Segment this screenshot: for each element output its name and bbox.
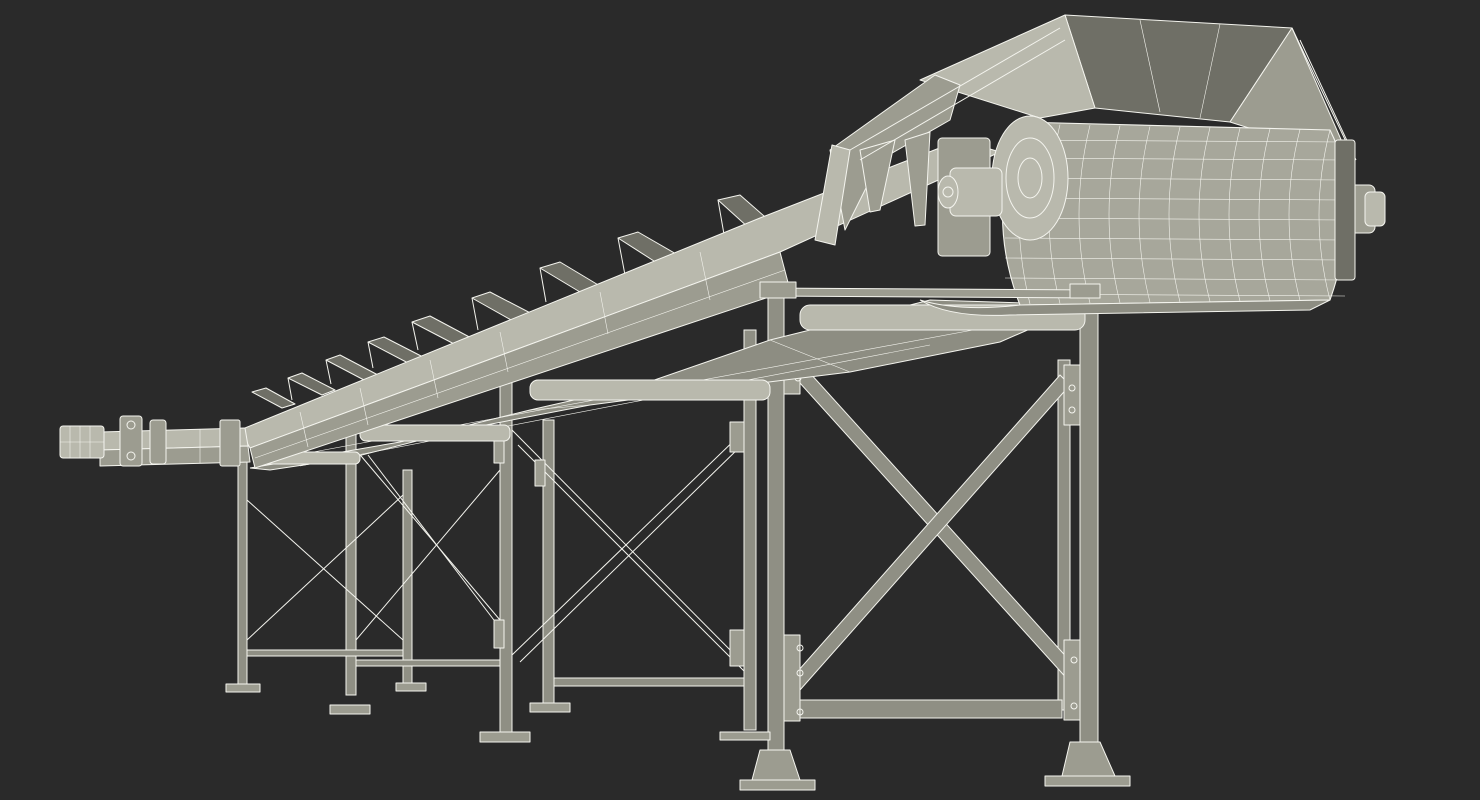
conveyor-drawing bbox=[59, 14, 1386, 791]
head-drum bbox=[919, 115, 1386, 316]
conveyor-render bbox=[0, 0, 1480, 800]
